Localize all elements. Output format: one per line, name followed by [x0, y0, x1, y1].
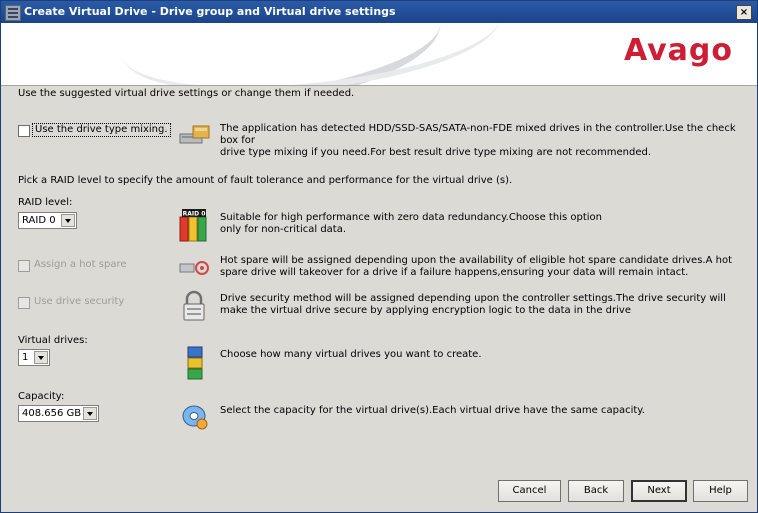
virtual-drives-label: Virtual drives:	[18, 335, 88, 346]
raid-level-label: RAID level:	[18, 197, 73, 208]
drive-security-desc-line2: make the virtual drive secure by applyin…	[220, 305, 631, 316]
drive-mixing-description: The application has detected HDD/SSD-SAS…	[220, 123, 756, 159]
back-button[interactable]: Back	[568, 480, 624, 502]
drive-security-description: Drive security method will be assigned d…	[220, 293, 750, 317]
drive-mixing-label[interactable]: Use the drive type mixing.	[32, 123, 171, 137]
raid-level-value: RAID 0	[22, 215, 56, 226]
chevron-down-icon[interactable]	[83, 407, 97, 420]
virtual-drives-select[interactable]: 1	[18, 349, 50, 366]
avago-logo: Avago	[623, 33, 733, 68]
hot-spare-label[interactable]: Assign a hot spare	[34, 259, 127, 271]
raid-badge-text: RAID 0	[183, 211, 206, 218]
raid-desc-line2: only for non-critical data.	[220, 224, 347, 235]
hot-spare-description: Hot spare will be assigned depending upo…	[220, 255, 750, 279]
window-title: Create Virtual Drive - Drive group and V…	[24, 5, 396, 18]
banner-swoosh-secondary	[116, 23, 506, 85]
drive-mixing-checkbox[interactable]	[18, 125, 30, 137]
raid-level-select[interactable]: RAID 0	[18, 212, 77, 229]
next-button[interactable]: Next	[631, 480, 687, 502]
capacity-select[interactable]: 408.656 GB	[18, 405, 99, 422]
help-button[interactable]: Help	[693, 480, 748, 502]
hot-spare-desc-line1: Hot spare will be assigned depending upo…	[220, 255, 732, 266]
app-icon	[5, 5, 21, 21]
drive-mixing-icon	[179, 125, 210, 144]
drive-mixing-desc-line1: The application has detected HDD/SSD-SAS…	[220, 123, 736, 146]
intro-text: Use the suggested virtual drive settings…	[18, 88, 355, 99]
raid-level-description: Suitable for high performance with zero …	[220, 212, 740, 236]
cancel-button[interactable]: Cancel	[498, 480, 561, 502]
drive-security-desc-line1: Drive security method will be assigned d…	[220, 293, 726, 304]
create-virtual-drive-dialog: Create Virtual Drive - Drive group and V…	[0, 0, 758, 513]
chevron-down-icon[interactable]	[61, 214, 75, 227]
capacity-label: Capacity:	[18, 391, 65, 402]
virtual-drives-value: 1	[22, 352, 29, 363]
virtual-drives-description: Choose how many virtual drives you want …	[220, 349, 482, 360]
capacity-disk-icon	[182, 405, 208, 430]
lock-icon	[183, 290, 205, 321]
close-button[interactable]: ×	[736, 5, 752, 20]
hot-spare-icon	[179, 261, 209, 275]
chevron-down-icon[interactable]	[34, 351, 48, 364]
virtual-drive-stack-icon	[187, 346, 203, 380]
raid-desc-line1: Suitable for high performance with zero …	[220, 212, 602, 223]
drive-mixing-desc-line2: drive type mixing if you need.For best r…	[220, 147, 652, 158]
header-banner: Avago	[1, 23, 757, 85]
hot-spare-checkbox[interactable]	[18, 260, 30, 272]
header-divider	[1, 85, 757, 86]
title-bar[interactable]: Create Virtual Drive - Drive group and V…	[1, 1, 757, 23]
capacity-description: Select the capacity for the virtual driv…	[220, 405, 645, 416]
hot-spare-desc-line2: spare drive will takeover for a drive if…	[220, 267, 689, 278]
raid-level-icon: RAID 0	[179, 209, 207, 242]
drive-security-label[interactable]: Use drive security	[34, 296, 124, 308]
capacity-value: 408.656 GB	[22, 408, 82, 419]
raid-prompt-text: Pick a RAID level to specify the amount …	[18, 175, 513, 186]
drive-security-checkbox[interactable]	[18, 297, 30, 309]
